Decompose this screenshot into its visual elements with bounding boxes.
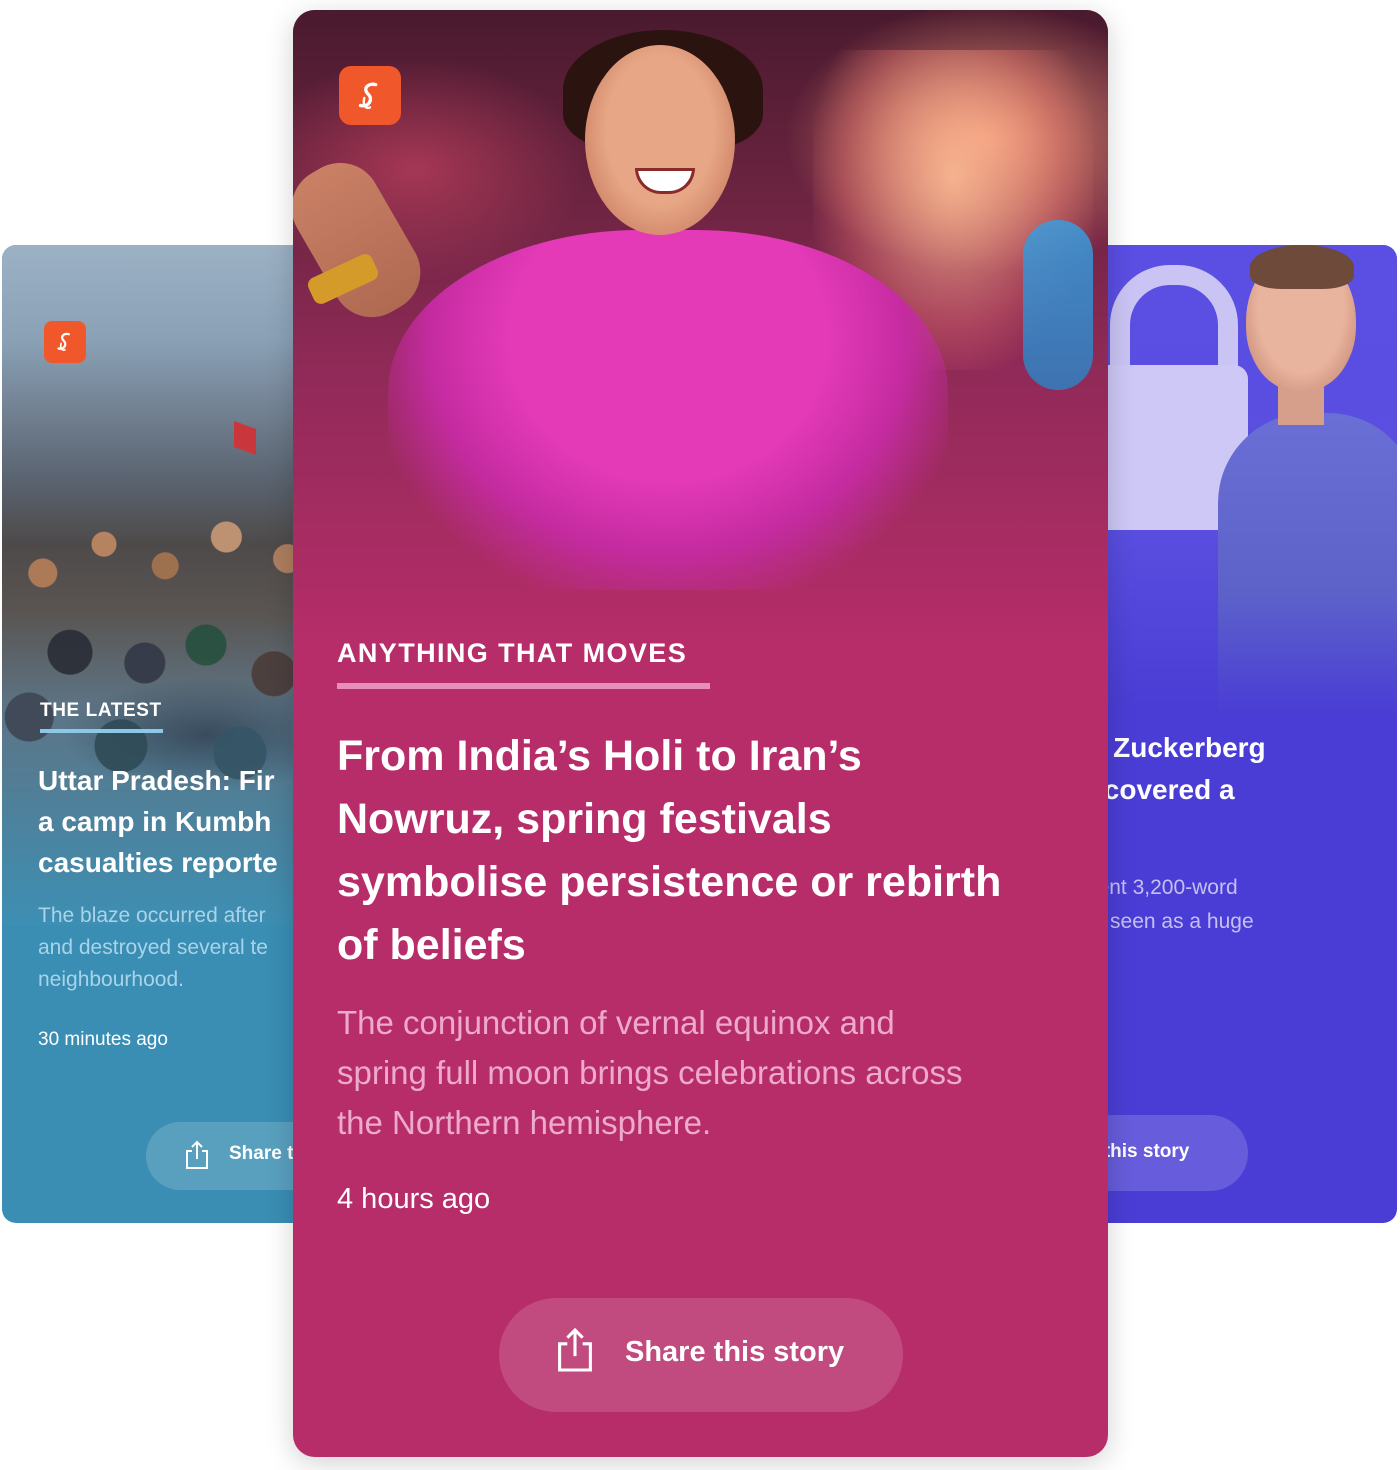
smiling-face-image: [585, 45, 735, 235]
share-icon: [184, 1140, 210, 1175]
blue-powder-image: [1023, 220, 1093, 390]
share-button[interactable]: Share this story: [499, 1298, 903, 1412]
person-shirt-image: [1218, 413, 1397, 713]
scroll-s-logo-icon: [44, 321, 86, 363]
story-card-center[interactable]: ANYTHING THAT MOVES From India’s Holi to…: [293, 10, 1108, 1457]
story-timestamp: 4 hours ago: [337, 1183, 491, 1215]
share-label: Share this story: [625, 1336, 845, 1368]
scroll-s-logo-icon: [339, 66, 401, 125]
story-headline[interactable]: From India’s Holi to Iran’s Nowruz, spri…: [337, 725, 1067, 977]
pink-scarf-image: [388, 230, 948, 590]
kicker-underline: [337, 683, 710, 689]
share-label: Share t: [229, 1143, 294, 1164]
story-card-left[interactable]: THE LATEST Uttar Pradesh: Fir a camp in …: [2, 245, 342, 1223]
story-summary: The conjunction of vernal equinox and sp…: [337, 1004, 963, 1141]
story-card-right[interactable]: Mark Zuckerberg y discovered a r’s recen…: [1060, 245, 1397, 1223]
story-headline[interactable]: Mark Zuckerberg y discovered a: [1060, 727, 1397, 811]
kicker-underline: [40, 729, 163, 733]
story-summary: r’s recent 3,200-word cy was seen as a h…: [1060, 876, 1254, 933]
story-kicker: THE LATEST: [40, 700, 162, 721]
person-hair-image: [1250, 245, 1354, 289]
story-timestamp: 30 minutes ago: [38, 1029, 168, 1050]
story-kicker: ANYTHING THAT MOVES: [337, 638, 688, 668]
share-icon: [555, 1326, 595, 1379]
